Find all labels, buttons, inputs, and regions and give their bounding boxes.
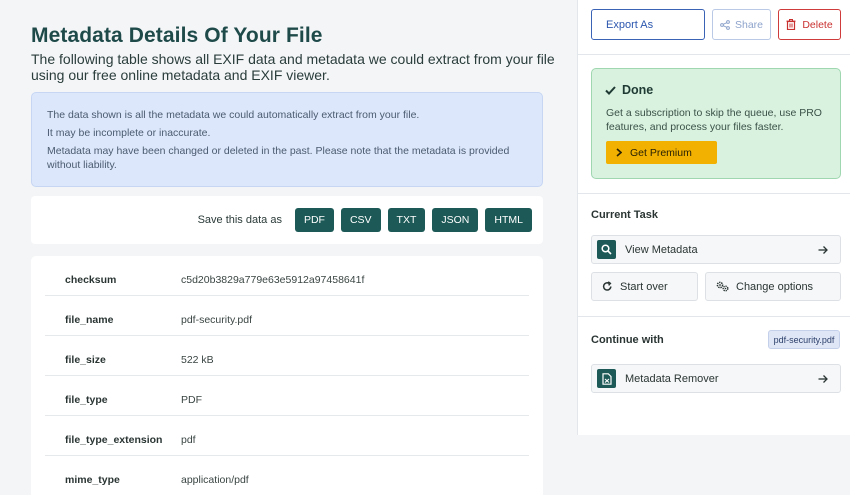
save-data-bar: Save this data as PDF CSV TXT JSON HTML	[31, 196, 543, 244]
save-pdf-button[interactable]: PDF	[294, 208, 334, 232]
notice-line: The data shown is all the metadata we co…	[47, 109, 420, 121]
get-premium-label: Get Premium	[630, 146, 692, 159]
metadata-value: application/pdf	[181, 474, 249, 486]
page-subtitle: The following table shows all EXIF data …	[31, 51, 555, 83]
chevron-right-icon	[616, 148, 622, 157]
save-label: Save this data as	[197, 214, 282, 226]
metadata-key: checksum	[65, 274, 117, 286]
metadata-value: pdf	[181, 434, 196, 446]
metadata-value: pdf-security.pdf	[181, 314, 253, 326]
divider	[578, 54, 850, 55]
arrow-right-icon	[818, 374, 828, 383]
checkmark-icon	[605, 85, 616, 95]
done-title: Done	[605, 83, 653, 97]
delete-button[interactable]: Delete	[778, 9, 841, 40]
metadata-value: c5d20b3829a779e63e5912a97458641f	[181, 274, 365, 286]
table-row: checksum c5d20b3829a779e63e5912a97458641…	[45, 256, 529, 296]
save-json-button[interactable]: JSON	[432, 208, 479, 232]
search-icon	[597, 240, 616, 259]
table-row: file_type PDF	[45, 376, 529, 416]
divider	[578, 316, 850, 317]
main-content: Metadata Details Of Your File The follow…	[0, 0, 577, 495]
metadata-key: file_type	[65, 394, 108, 406]
gears-icon	[716, 281, 729, 292]
page-title: Metadata Details Of Your File	[31, 24, 323, 47]
document-icon	[597, 369, 616, 388]
share-button[interactable]: Share	[712, 9, 771, 40]
metadata-key: file_type_extension	[65, 434, 163, 446]
start-over-button[interactable]: Start over	[591, 272, 698, 301]
metadata-key: file_name	[65, 314, 114, 326]
arrow-right-icon	[818, 245, 828, 254]
done-text: Get a subscription to skip the queue, us…	[606, 107, 822, 133]
notice-box: The data shown is all the metadata we co…	[31, 92, 543, 187]
divider	[578, 193, 850, 194]
table-row: file_type_extension pdf	[45, 416, 529, 456]
metadata-table: checksum c5d20b3829a779e63e5912a97458641…	[31, 256, 543, 495]
change-options-label: Change options	[736, 280, 814, 293]
done-title-text: Done	[622, 83, 654, 97]
share-label: Share	[734, 18, 764, 31]
get-premium-button[interactable]: Get Premium	[606, 141, 717, 164]
file-name-badge: pdf-security.pdf	[768, 330, 840, 349]
table-row: file_name pdf-security.pdf	[45, 296, 529, 336]
metadata-remover-label: Metadata Remover	[625, 372, 719, 385]
metadata-remover-button[interactable]: Metadata Remover	[591, 364, 841, 393]
continue-with-heading: Continue with	[591, 334, 664, 346]
save-csv-button[interactable]: CSV	[340, 208, 381, 232]
notice-line: It may be incomplete or inaccurate.	[47, 127, 211, 139]
delete-label: Delete	[802, 18, 833, 31]
save-html-button[interactable]: HTML	[485, 208, 532, 232]
trash-icon	[786, 19, 796, 30]
change-options-button[interactable]: Change options	[705, 272, 841, 301]
metadata-value: PDF	[181, 394, 202, 406]
table-row: file_size 522 kB	[45, 336, 529, 376]
start-over-label: Start over	[620, 280, 668, 293]
share-icon	[720, 19, 730, 30]
save-txt-button[interactable]: TXT	[387, 208, 426, 232]
done-card: Done Get a subscription to skip the queu…	[591, 68, 841, 179]
table-row: mime_type application/pdf	[45, 456, 529, 495]
metadata-key: file_size	[65, 354, 106, 366]
sidebar: Export As Share Delete Done Get a subscr…	[577, 0, 850, 435]
redo-icon	[602, 281, 612, 291]
metadata-value: 522 kB	[181, 354, 214, 366]
view-metadata-button[interactable]: View Metadata	[591, 235, 841, 264]
current-task-heading: Current Task	[591, 209, 659, 221]
export-as-button[interactable]: Export As	[591, 9, 705, 40]
notice-line: Metadata may have been changed or delete…	[47, 145, 510, 171]
export-as-label: Export As	[606, 18, 654, 31]
metadata-key: mime_type	[65, 474, 120, 486]
view-metadata-label: View Metadata	[625, 243, 698, 256]
